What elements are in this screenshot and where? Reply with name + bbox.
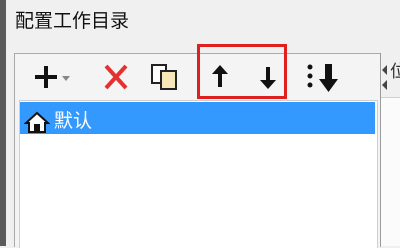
list-sort-down-icon — [307, 64, 338, 92]
right-pane-label: 位 — [390, 62, 400, 82]
copy-button[interactable] — [148, 59, 184, 95]
red-x-icon — [104, 64, 128, 90]
list-item-selected[interactable]: 默认 — [20, 102, 375, 134]
sort-list-button[interactable] — [302, 59, 342, 95]
right-pane-header: 位 — [381, 53, 400, 98]
delete-button[interactable] — [99, 59, 133, 95]
plus-icon — [35, 66, 70, 88]
add-button[interactable] — [31, 59, 73, 95]
right-pane: 位 — [380, 53, 400, 246]
directory-list[interactable]: 默认 — [19, 100, 378, 248]
move-buttons-highlight — [197, 44, 287, 99]
list-item-label: 默认 — [54, 110, 93, 132]
toolbar — [15, 44, 380, 100]
home-icon — [24, 111, 50, 133]
window-left-edge — [0, 0, 6, 246]
scroll-left-icon[interactable] — [381, 53, 389, 97]
dialog-title: 配置工作目录 — [15, 10, 130, 32]
dropdown-caret-icon — [62, 76, 70, 81]
directory-panel: 默认 — [14, 44, 381, 248]
copy-icon — [151, 64, 177, 90]
